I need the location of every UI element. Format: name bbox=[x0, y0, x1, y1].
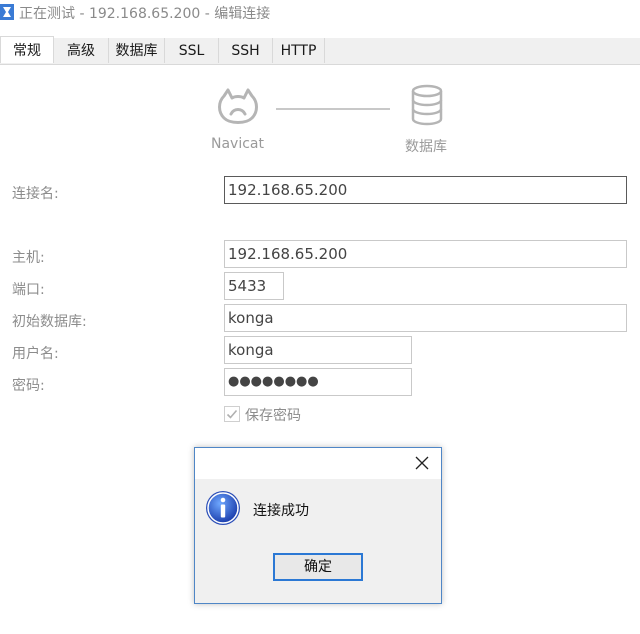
navicat-caption: Navicat bbox=[211, 136, 264, 152]
navicat-app-icon bbox=[0, 4, 14, 20]
port-label: 端口: bbox=[12, 282, 45, 298]
initial-database-label: 初始数据库: bbox=[12, 314, 87, 330]
password-label: 密码: bbox=[12, 378, 45, 394]
dialog-message: 连接成功 bbox=[253, 503, 309, 519]
navicat-logo-icon bbox=[218, 88, 258, 124]
tab-general[interactable]: 常规 bbox=[0, 36, 54, 63]
info-icon bbox=[206, 491, 240, 525]
ok-button[interactable]: 确定 bbox=[273, 553, 363, 581]
window-title: 正在测试 - 192.168.65.200 - 编辑连接 bbox=[19, 6, 271, 22]
connection-line bbox=[276, 108, 390, 110]
close-icon[interactable] bbox=[413, 454, 431, 472]
password-input[interactable]: ●●●●●●●● bbox=[224, 368, 412, 396]
connection-name-label: 连接名: bbox=[12, 186, 59, 202]
save-password-checkbox[interactable] bbox=[224, 406, 240, 422]
initial-database-input[interactable]: konga bbox=[224, 304, 627, 332]
checkmark-icon bbox=[226, 409, 238, 419]
save-password-label: 保存密码 bbox=[245, 408, 301, 424]
window-titlebar: 正在测试 - 192.168.65.200 - 编辑连接 bbox=[0, 0, 640, 26]
tab-bar: 常规 高级 数据库 SSL SSH HTTP bbox=[0, 36, 640, 65]
tab-ssh[interactable]: SSH bbox=[219, 38, 273, 63]
database-icon bbox=[411, 84, 443, 126]
host-label: 主机: bbox=[12, 250, 45, 266]
tab-databases[interactable]: 数据库 bbox=[109, 38, 165, 63]
connection-name-input[interactable]: 192.168.65.200 bbox=[224, 176, 627, 204]
dialog-body: 连接成功 确定 bbox=[195, 479, 441, 603]
tab-ssl[interactable]: SSL bbox=[165, 38, 219, 63]
dialog-titlebar bbox=[195, 448, 441, 479]
database-caption: 数据库 bbox=[405, 139, 447, 155]
tab-http[interactable]: HTTP bbox=[273, 38, 325, 63]
username-label: 用户名: bbox=[12, 346, 59, 362]
host-input[interactable]: 192.168.65.200 bbox=[224, 240, 627, 268]
message-dialog: 连接成功 确定 bbox=[194, 447, 442, 604]
username-input[interactable]: konga bbox=[224, 336, 412, 364]
port-input[interactable]: 5433 bbox=[224, 272, 284, 300]
tab-advanced[interactable]: 高级 bbox=[54, 38, 109, 63]
